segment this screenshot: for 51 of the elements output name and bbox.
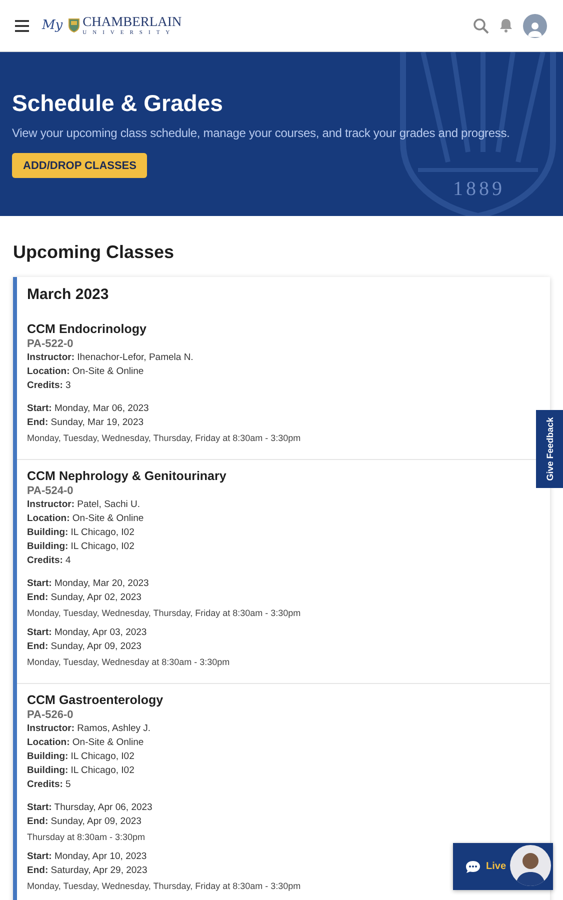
session-end: End: Sunday, Apr 09, 2023 xyxy=(27,640,142,654)
search-icon[interactable] xyxy=(473,18,489,34)
give-feedback-tab[interactable]: Give Feedback xyxy=(536,410,563,488)
course-detail: Building: IL Chicago, I02 xyxy=(27,750,134,764)
course-detail: Location: On-Site & Online xyxy=(27,365,144,379)
course-detail: Building: IL Chicago, I02 xyxy=(27,526,134,540)
course-code: PA-526-0 xyxy=(27,709,74,721)
session-schedule: Monday, Tuesday, Wednesday, Thursday, Friday at 8:30am - 3:30pm xyxy=(27,880,301,893)
course-title: CCM Nephrology & Genitourinary xyxy=(27,469,228,483)
menu-icon[interactable] xyxy=(14,18,30,32)
course-code: PA-522-0 xyxy=(27,338,74,350)
page-description: View your upcoming class schedule, manage your courses, and track your grades and progress. xyxy=(12,126,511,140)
course-title: CCM Gastroenterology xyxy=(27,693,164,707)
logo-script: My xyxy=(42,18,63,33)
course-detail: Instructor: Ramos, Ashley J. xyxy=(27,722,151,736)
chat-bubble-icon xyxy=(465,860,481,874)
agent-avatar xyxy=(510,845,551,886)
session-schedule: Monday, Tuesday, Wednesday, Thursday, Friday at 8:30am - 3:30pm xyxy=(27,607,301,620)
session-end: End: Sunday, Mar 19, 2023 xyxy=(27,416,144,430)
session-end: End: Saturday, Apr 29, 2023 xyxy=(27,864,148,878)
session-start: Start: Monday, Mar 06, 2023 xyxy=(27,402,149,416)
live-chat-button[interactable]: Live xyxy=(453,843,553,890)
section-title: Upcoming Classes xyxy=(13,242,176,263)
session-start: Start: Monday, Apr 03, 2023 xyxy=(27,626,147,640)
session-start: Start: Monday, Apr 10, 2023 xyxy=(27,850,147,864)
shield-icon xyxy=(68,18,80,33)
course-detail: Instructor: Ihenachor-Lefor, Pamela N. xyxy=(27,351,194,365)
course-detail: Building: IL Chicago, I02 xyxy=(27,540,134,554)
session-schedule: Thursday at 8:30am - 3:30pm xyxy=(27,831,146,844)
logo-name: CHAMBERLAIN xyxy=(82,15,182,28)
session-schedule: Monday, Tuesday, Wednesday, Thursday, Friday at 8:30am - 3:30pm xyxy=(27,432,301,445)
course-detail: Location: On-Site & Online xyxy=(27,736,144,750)
session-start: Start: Monday, Mar 20, 2023 xyxy=(27,577,149,591)
course-detail: Credits: 4 xyxy=(27,554,71,568)
session-start: Start: Thursday, Apr 06, 2023 xyxy=(27,801,152,815)
session-schedule: Monday, Tuesday, Wednesday at 8:30am - 3:30pm xyxy=(27,656,230,669)
session-end: End: Sunday, Apr 02, 2023 xyxy=(27,591,142,605)
course-detail: Building: IL Chicago, I02 xyxy=(27,764,134,778)
page-title: Schedule & Grades xyxy=(12,90,224,117)
course-detail: Credits: 5 xyxy=(27,778,71,792)
course-code: PA-524-0 xyxy=(27,485,74,497)
session-end: End: Sunday, Apr 09, 2023 xyxy=(27,815,142,829)
add-drop-classes-button[interactable]: ADD/DROP CLASSES xyxy=(12,153,148,178)
course-detail: Credits: 3 xyxy=(27,379,71,393)
course-detail: Location: On-Site & Online xyxy=(27,512,144,526)
user-avatar[interactable] xyxy=(523,14,547,38)
month-heading: March 2023 xyxy=(26,285,110,305)
bell-icon[interactable] xyxy=(499,18,513,33)
course-title: CCM Endocrinology xyxy=(27,322,148,336)
crest-year: 1889 xyxy=(453,178,505,200)
course-detail: Instructor: Patel, Sachi U. xyxy=(27,498,140,512)
